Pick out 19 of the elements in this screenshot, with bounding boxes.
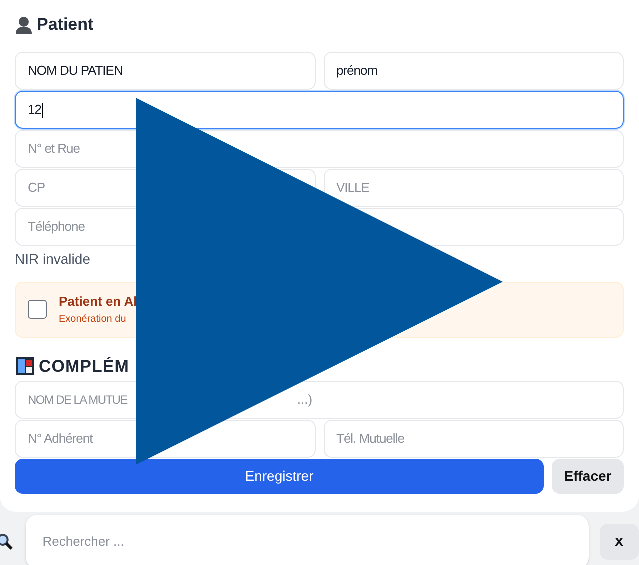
checkbox[interactable]	[28, 300, 47, 319]
section-title: COMPLÉM	[39, 356, 130, 378]
error-message: NIR invalide	[15, 250, 92, 268]
search-icon	[0, 533, 14, 551]
input-field[interactable]: 12	[15, 90, 624, 128]
input-field[interactable]: Tél. Mutuelle	[324, 420, 624, 458]
input-field[interactable]: VILLE	[324, 168, 624, 206]
clear-search-button[interactable]: x	[600, 524, 639, 560]
save-button[interactable]: Enregistrer	[15, 459, 544, 494]
clear-button[interactable]: Effacer	[552, 459, 624, 494]
section-title: Patient	[37, 14, 94, 36]
input-field[interactable]: NOM DU PATIEN	[15, 52, 316, 90]
search-field[interactable]: Rechercher ...	[26, 515, 589, 565]
form-icon	[15, 356, 35, 376]
play-button-overlay[interactable]	[136, 98, 503, 465]
input-field[interactable]: prénom	[324, 52, 624, 90]
ald-subtitle: Exonération du	[59, 312, 128, 327]
person-icon	[15, 16, 33, 34]
placeholder-tail: ...)	[297, 391, 313, 410]
